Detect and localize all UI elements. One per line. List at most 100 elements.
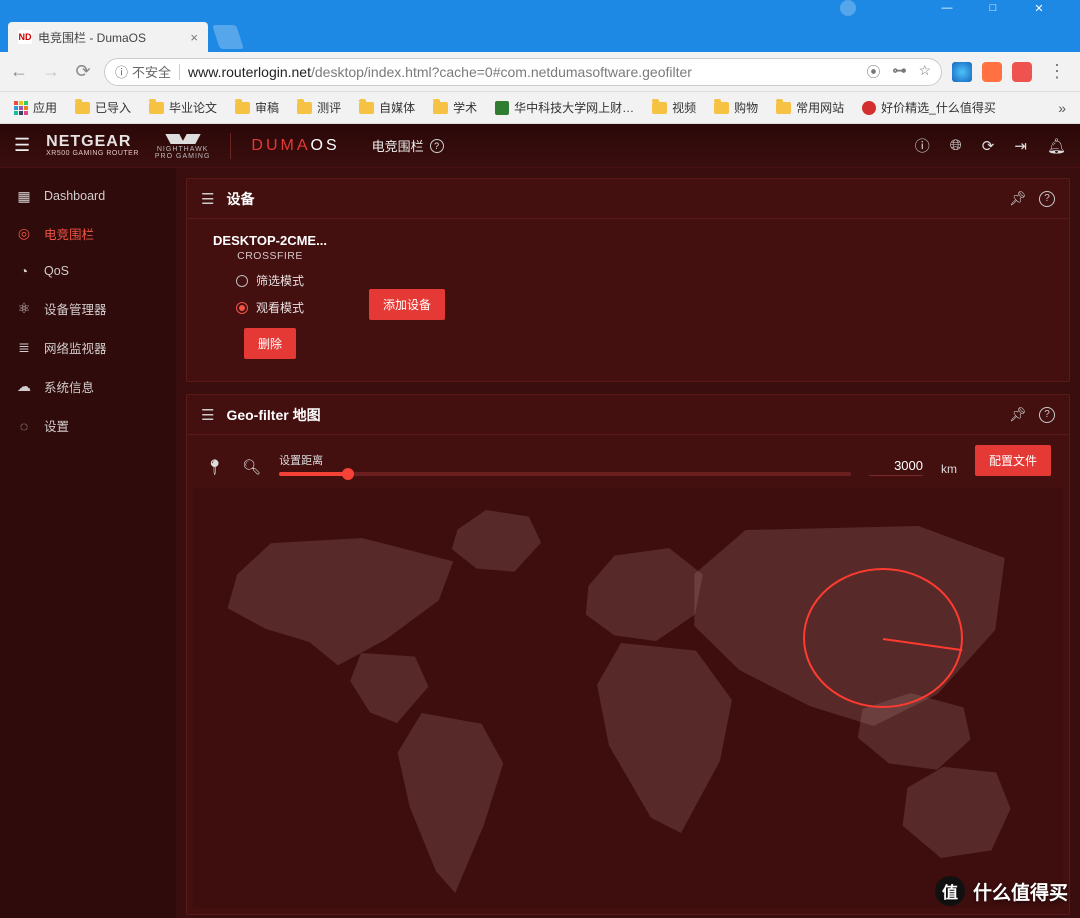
window-close-icon[interactable]: ✕ [1016,0,1062,16]
site-icon [495,101,509,115]
list-icon: ≣ [16,340,32,356]
drag-handle-icon[interactable]: ☰ [201,190,214,208]
extension-icon[interactable] [1012,62,1032,82]
folder-icon [297,102,312,114]
mode-watch-radio[interactable]: 观看模式 [205,299,335,316]
forward-button[interactable]: → [40,61,62,82]
help-icon[interactable]: ? [1039,191,1055,207]
sidebar-item-device-manager[interactable]: ⚛设备管理器 [0,289,176,328]
dashboard-icon: ▦ [16,188,32,204]
help-icon[interactable]: ? [430,139,444,153]
bookmark-folder[interactable]: 毕业论文 [143,96,223,119]
nighthawk-logo-icon [168,132,198,146]
sidebar-item-network-monitor[interactable]: ≣网络监视器 [0,328,176,367]
delete-button[interactable]: 删除 [244,328,296,359]
window-maximize-icon[interactable]: □ [970,0,1016,16]
world-map[interactable] [193,488,1063,908]
address-bar[interactable]: ⓘ 不安全 www.routerlogin.net/desktop/index.… [104,58,942,86]
sidebar-item-system-info[interactable]: ☁系统信息 [0,367,176,406]
key-icon[interactable]: ⊶ [892,62,906,82]
bookmark-folder[interactable]: 已导入 [69,96,137,119]
window-minimize-icon[interactable]: ― [924,0,970,16]
tab-close-icon[interactable]: × [190,30,198,45]
bookmark-folder[interactable]: 视频 [646,96,702,119]
folder-icon [75,102,90,114]
profile-button[interactable]: 配置文件 [975,445,1051,476]
mode-filter-radio[interactable]: 筛选模式 [205,272,335,289]
sidebar-item-dashboard[interactable]: ▦Dashboard [0,178,176,214]
chrome-menu-icon[interactable]: ⋮ [1042,61,1072,82]
distance-unit: km [941,462,957,476]
main-content: ☰ 设备 📌︎ ? DESKTOP-2CME... CROSSFIRE 筛选模式 [176,168,1080,918]
add-device-button[interactable]: 添加设备 [369,289,445,320]
geofilter-panel: ☰ Geo-filter 地图 📌︎ ? 📍︎ 🔍︎ 设置距离 3 [186,394,1070,915]
panel-title: Geo-filter 地图 [226,405,320,425]
folder-icon [776,102,791,114]
slider-thumb-icon[interactable] [342,468,354,480]
network-icon: ⚛ [16,301,32,317]
speed-icon: ◔ [16,263,32,279]
security-indicator[interactable]: ⓘ 不安全 [115,62,171,81]
folder-icon [359,102,374,114]
devices-panel: ☰ 设备 📌︎ ? DESKTOP-2CME... CROSSFIRE 筛选模式 [186,178,1070,382]
logout-icon[interactable]: ⇥ [1014,137,1027,155]
folder-icon [433,102,448,114]
tab-favicon-icon: ND [18,30,32,44]
reload-button[interactable]: ⟳ [72,61,94,82]
folder-icon [652,102,667,114]
browser-tab[interactable]: ND 电竞围栏 - DumaOS × [8,22,208,52]
extension-icon[interactable] [952,62,972,82]
bookmarks-bar: 应用 已导入 毕业论文 审稿 测评 自媒体 学术 华中科技大学网上财… 视频 购… [0,92,1080,124]
back-button[interactable]: ← [8,61,30,82]
bookmark-folder[interactable]: 学术 [427,96,483,119]
location-pin-icon[interactable]: 📍︎ [205,458,224,476]
help-icon[interactable]: ? [1039,407,1055,423]
folder-icon [714,102,729,114]
bookmark-folder[interactable]: 自媒体 [353,96,421,119]
extension-icon[interactable] [982,62,1002,82]
distance-input[interactable]: 3000 [869,458,923,476]
user-avatar-icon[interactable] [840,0,856,16]
sidebar-item-qos[interactable]: ◔QoS [0,253,176,289]
device-name: DESKTOP-2CME... [205,233,335,248]
bell-icon[interactable]: 🔔︎ [1047,137,1066,155]
translate-icon[interactable]: ⦿ [866,62,880,82]
cloud-icon: ☁ [16,379,32,395]
globe-icon[interactable]: 🌐︎ [950,137,962,154]
browser-tab-strip: ND 电竞围栏 - DumaOS × [0,16,1080,52]
bookmark-folder[interactable]: 审稿 [229,96,285,119]
watermark: 值 什么值得买 [935,876,1068,906]
bookmark-site[interactable]: 好价精选_什么值得买 [856,96,1002,119]
bookmarks-overflow-icon[interactable]: » [1052,100,1072,116]
new-tab-button[interactable] [212,25,244,49]
extensions-area [952,62,1032,82]
drag-handle-icon[interactable]: ☰ [201,406,214,424]
insecure-label: 不安全 [132,62,171,81]
slider-label: 设置距离 [279,452,851,468]
apps-shortcut[interactable]: 应用 [8,96,63,119]
bookmark-site[interactable]: 华中科技大学网上财… [489,96,640,119]
device-card: DESKTOP-2CME... CROSSFIRE 筛选模式 观看模式 删除 [205,233,335,359]
refresh-icon[interactable]: ⟳ [982,137,995,155]
pin-icon[interactable]: 📌︎ [1009,406,1027,423]
brand-netgear: NETGEAR XR500 GAMING ROUTER [46,134,139,157]
info-icon[interactable]: ⓘ [915,135,930,156]
distance-slider[interactable] [279,472,851,476]
sidebar-item-geofilter[interactable]: ◎电竞围栏 [0,214,176,253]
hamburger-icon[interactable]: ☰ [14,135,30,156]
info-icon: ⓘ [115,62,128,81]
bookmark-folder[interactable]: 测评 [291,96,347,119]
pin-icon[interactable]: 📌︎ [1009,190,1027,207]
sidebar-item-settings[interactable]: ◌设置 [0,406,176,445]
device-service: CROSSFIRE [205,250,335,262]
bookmark-folder[interactable]: 常用网站 [770,96,850,119]
zoom-icon[interactable]: 🔍︎ [242,458,261,476]
watermark-badge-icon: 值 [935,876,965,906]
site-icon [862,101,876,115]
radio-icon [236,275,248,287]
brand-nighthawk: NIGHTHAWKPRO GAMING [155,132,211,160]
bookmark-star-icon[interactable]: ☆ [918,62,931,82]
app-viewport: ☰ NETGEAR XR500 GAMING ROUTER NIGHTHAWKP… [0,124,1080,918]
bookmark-folder[interactable]: 购物 [708,96,764,119]
panel-title: 设备 [226,189,254,209]
